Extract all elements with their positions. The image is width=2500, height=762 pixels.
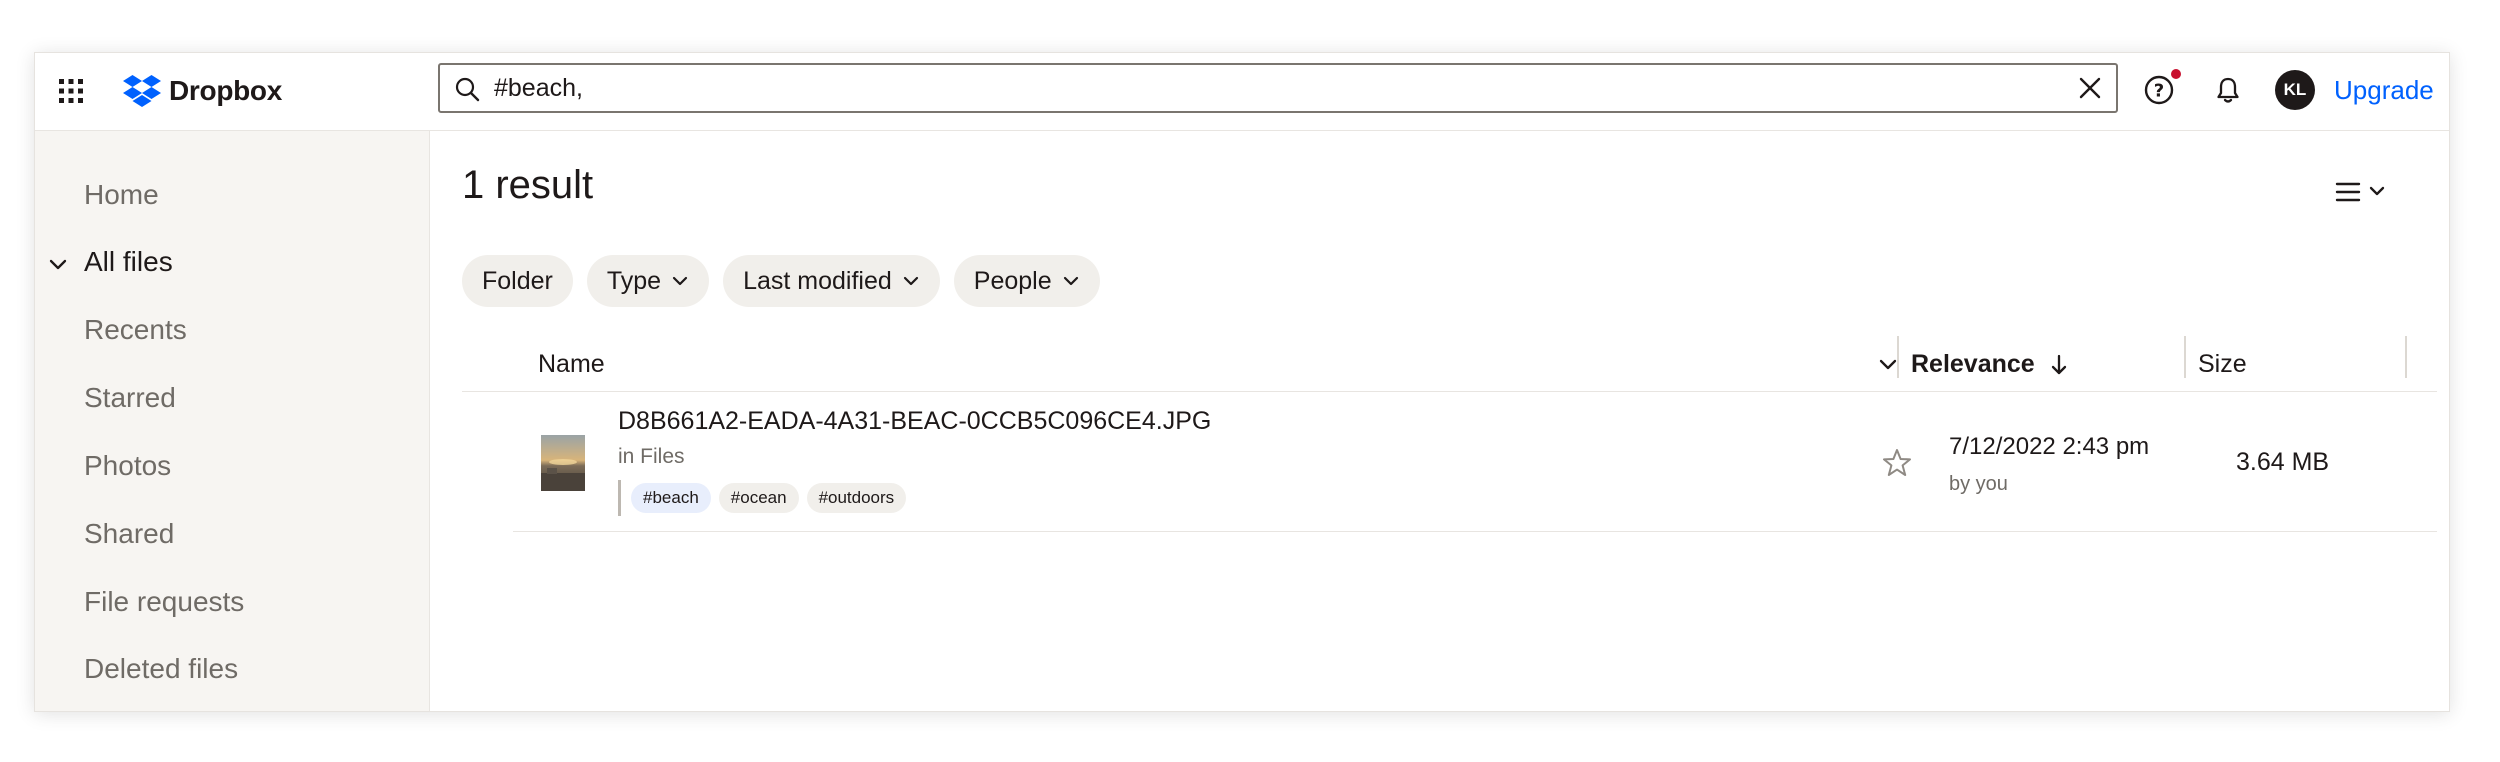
chevron-down-icon[interactable]: [47, 253, 69, 275]
file-size: 3.64 MB: [2236, 448, 2330, 476]
column-resize-handle[interactable]: [2184, 336, 2186, 378]
tag-list: #beach #ocean #outdoors: [631, 483, 907, 513]
upgrade-link[interactable]: Upgrade: [2334, 75, 2434, 106]
tag-beach[interactable]: #beach: [631, 483, 711, 513]
column-resize-handle[interactable]: [2405, 336, 2407, 378]
filter-type[interactable]: Type: [586, 255, 710, 307]
chevron-down-icon: [672, 276, 688, 286]
sidebar-item-file-requests[interactable]: File requests: [84, 586, 244, 618]
notification-dot: [2171, 69, 2181, 79]
filter-label: Folder: [482, 266, 553, 295]
avatar[interactable]: KL: [2275, 70, 2315, 110]
bell-icon[interactable]: [2210, 72, 2246, 108]
modified-by: by you: [1949, 473, 2008, 495]
main-content: 1 result Folder Type Last modified Peopl…: [430, 131, 2449, 711]
filter-folder[interactable]: Folder: [462, 255, 573, 307]
sidebar-item-shared[interactable]: Shared: [84, 518, 174, 550]
sidebar-item-photos[interactable]: Photos: [84, 450, 171, 482]
dropbox-logo[interactable]: Dropbox: [123, 73, 282, 109]
file-name[interactable]: D8B661A2-EADA-4A31-BEAC-0CCB5C096CE4.JPG: [618, 407, 1211, 436]
tag-divider: [618, 480, 621, 516]
chevron-down-icon: [903, 276, 918, 286]
filter-label: Type: [606, 266, 662, 295]
table-header: Name Relevance Size: [462, 336, 2437, 392]
search-input[interactable]: [494, 65, 2034, 111]
column-header-relevance[interactable]: Relevance: [1911, 350, 2069, 379]
column-header-label: Relevance: [1911, 350, 2035, 378]
sidebar-item-recents[interactable]: Recents: [84, 314, 187, 346]
page-title: 1 result: [462, 163, 594, 207]
chevron-down-icon[interactable]: [1877, 353, 1899, 375]
sidebar-item-all-files[interactable]: All files: [84, 246, 173, 278]
top-bar: Dropbox ? KL Upgrade: [35, 53, 2449, 131]
close-icon[interactable]: [2078, 76, 2102, 100]
filter-bar: Folder Type Last modified People: [462, 255, 1100, 307]
search-bar[interactable]: [438, 63, 2118, 113]
sidebar: Home All files Recents Starred Photos Sh…: [35, 131, 430, 711]
chevron-down-icon: [1063, 276, 1078, 286]
search-icon: [455, 77, 480, 102]
filter-label: Last modified: [743, 266, 892, 295]
sidebar-item-home[interactable]: Home: [84, 179, 159, 211]
dropbox-logo-icon: [123, 75, 161, 107]
list-view-icon[interactable]: [2333, 177, 2393, 207]
tag-ocean[interactable]: #ocean: [718, 483, 799, 513]
modified-date: 7/12/2022 2:43 pm: [1949, 433, 2150, 460]
file-location[interactable]: in Files: [618, 445, 685, 469]
brand-name: Dropbox: [169, 75, 283, 106]
filter-last-modified[interactable]: Last modified: [723, 255, 940, 307]
sidebar-item-deleted-files[interactable]: Deleted files: [84, 653, 238, 685]
tag-outdoors[interactable]: #outdoors: [806, 483, 907, 513]
sidebar-item-starred[interactable]: Starred: [84, 382, 176, 414]
column-header-size[interactable]: Size: [2198, 350, 2247, 379]
star-icon[interactable]: [1881, 447, 1913, 479]
svg-text:?: ?: [2154, 81, 2164, 102]
filter-label: People: [973, 266, 1052, 295]
image-thumbnail: [541, 435, 585, 491]
app-window: Dropbox ? KL Upgrade Home: [34, 52, 2450, 712]
apps-grid-icon[interactable]: [57, 77, 85, 105]
filter-people[interactable]: People: [953, 255, 1100, 307]
column-resize-handle[interactable]: [1897, 336, 1899, 378]
column-header-name[interactable]: Name: [538, 350, 605, 379]
table-row[interactable]: D8B661A2-EADA-4A31-BEAC-0CCB5C096CE4.JPG…: [513, 393, 2437, 532]
arrow-down-icon: [2051, 354, 2066, 374]
